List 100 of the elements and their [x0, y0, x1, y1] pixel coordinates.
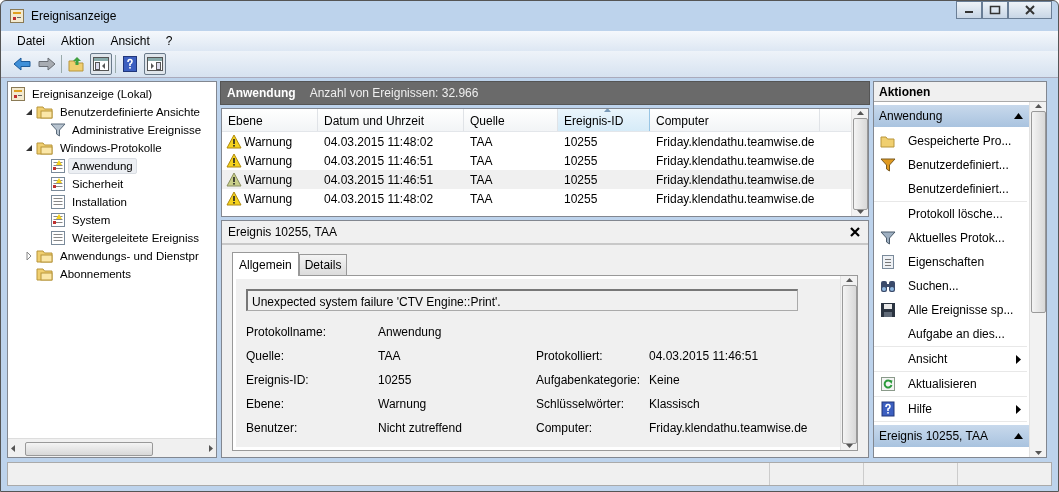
menu-item[interactable]: Ansicht [104, 33, 156, 49]
vertical-scrollbar[interactable] [851, 109, 868, 216]
scroll-up-icon[interactable] [856, 111, 864, 115]
table-cell: 04.03.2015 11:46:51 [324, 172, 434, 187]
event-row[interactable]: Warnung 04.03.2015 11:48:02 TAA 10255 Friday.klendathu.teamwise.de [222, 132, 851, 151]
horizontal-scrollbar[interactable] [8, 438, 216, 457]
field-value: Warnung [378, 397, 428, 411]
collapse-icon[interactable] [24, 107, 34, 117]
tree-item[interactable]: Sicherheit [68, 176, 128, 192]
table-cell: Warnung [244, 191, 293, 206]
field-value: Nicht zutreffend [378, 421, 463, 435]
action-link[interactable]: Aktualisieren [908, 377, 1027, 391]
tree-item[interactable]: Installation [68, 194, 131, 210]
section-header[interactable]: Ereignis 10255, TAA [874, 425, 1029, 447]
field-label: Quelle: [246, 349, 286, 363]
maximize-icon [989, 5, 1001, 15]
table-cell: 04.03.2015 11:46:51 [324, 153, 434, 168]
action-link[interactable]: Suchen... [908, 279, 1027, 293]
log-icon [50, 194, 66, 210]
toolbar-button[interactable] [144, 53, 166, 75]
tree-item[interactable]: Anwendungs- und Dienstpr [56, 248, 203, 264]
section-header[interactable]: Anwendung [874, 105, 1029, 127]
tab[interactable]: Details [298, 254, 348, 275]
field-label: Protokolliert: [536, 349, 604, 363]
folder-icon [36, 140, 54, 156]
table-cell: TAA [470, 172, 493, 187]
vertical-scrollbar[interactable] [1029, 102, 1046, 457]
log-icon [50, 158, 66, 174]
menu-item[interactable]: Datei [11, 33, 51, 49]
vertical-scrollbar[interactable] [840, 276, 857, 450]
action-link[interactable]: Benutzerdefiniert... [908, 158, 1027, 172]
table-cell: Friday.klendathu.teamwise.de [656, 172, 815, 187]
toolbar-button[interactable] [90, 53, 112, 75]
column-header[interactable]: Computer [650, 109, 820, 131]
close-button[interactable] [850, 227, 860, 237]
table-cell: TAA [470, 134, 493, 149]
table-cell: 10255 [564, 134, 598, 149]
action-pane-icon [147, 57, 163, 71]
detail-title: Ereignis 10255, TAA [228, 225, 337, 239]
help-icon [880, 401, 896, 417]
action-link[interactable]: Protokoll lösche... [908, 207, 1027, 221]
field-value: Anwendung [378, 325, 443, 339]
collapse-icon[interactable] [1014, 113, 1023, 119]
expand-icon[interactable] [24, 251, 34, 261]
tree-item[interactable]: Weitergeleitete Ereigniss [68, 230, 203, 246]
action-link[interactable]: Ansicht [908, 352, 1016, 366]
scroll-right-icon[interactable] [209, 444, 213, 452]
action-link[interactable]: Eigenschaften [908, 255, 1027, 269]
event-row[interactable]: Warnung 04.03.2015 11:48:02 TAA 10255 Friday.klendathu.teamwise.de [222, 189, 851, 208]
log-icon [50, 176, 66, 192]
tree-item[interactable]: Abonnements [56, 266, 135, 282]
scroll-down-icon[interactable] [1034, 451, 1042, 455]
log-viewer-icon [9, 8, 25, 24]
folder-up-icon [68, 56, 84, 72]
event-row[interactable]: Warnung 04.03.2015 11:46:51 TAA 10255 Friday.klendathu.teamwise.de [222, 151, 851, 170]
properties-icon [880, 254, 896, 270]
tree-item[interactable]: System [68, 212, 115, 228]
column-header[interactable]: Ebene [222, 109, 318, 131]
minimize-button[interactable] [956, 1, 982, 19]
save-icon [880, 302, 896, 318]
table-cell: Friday.klendathu.teamwise.de [656, 134, 815, 149]
menu-item[interactable]: ? [159, 33, 179, 49]
action-link[interactable]: Gespeicherte Pro... [908, 134, 1027, 148]
tree-item[interactable]: Windows-Protokolle [56, 140, 166, 156]
filter-icon [880, 230, 896, 246]
action-link[interactable]: Benutzerdefiniert... [908, 182, 1027, 196]
tab[interactable]: Allgemein [232, 252, 299, 276]
field-label: Schlüsselwörter: [536, 397, 626, 411]
column-header[interactable]: Ereignis-ID [558, 109, 650, 131]
action-link[interactable]: Aufgabe an dies... [908, 327, 1027, 341]
close-button[interactable] [1008, 1, 1052, 19]
tree-item[interactable]: Anwendung [68, 158, 137, 174]
log-name: Anwendung [227, 86, 296, 100]
tree-item[interactable]: Administrative Ereignisse [68, 122, 206, 138]
collapse-icon[interactable] [1014, 433, 1023, 439]
field-label: Ereignis-ID: [246, 373, 310, 387]
event-row[interactable]: Warnung 04.03.2015 11:46:51 TAA 10255 Friday.klendathu.teamwise.de [222, 170, 851, 189]
scroll-up-icon[interactable] [1034, 104, 1042, 108]
tree-item[interactable]: Ereignisanzeige (Lokal) [28, 86, 157, 102]
field-value: 10255 [378, 373, 413, 387]
field-label: Aufgabenkategorie: [536, 373, 642, 387]
field-label: Computer: [536, 421, 594, 435]
collapse-icon[interactable] [24, 143, 34, 153]
scroll-left-icon[interactable] [11, 444, 15, 452]
actions-title: Aktionen [874, 82, 1046, 102]
log-icon [50, 212, 66, 228]
action-link[interactable]: Hilfe [908, 402, 1016, 416]
maximize-button[interactable] [982, 1, 1008, 19]
field-value: 04.03.2015 11:46:51 [649, 349, 760, 363]
tree-pane-icon [93, 57, 109, 71]
table-cell: 10255 [564, 191, 598, 206]
table-cell: 10255 [564, 172, 598, 187]
refresh-icon [880, 376, 896, 392]
action-link[interactable]: Aktuelles Protok... [908, 231, 1027, 245]
menu-item[interactable]: Aktion [55, 33, 101, 49]
column-header[interactable]: Datum und Uhrzeit [318, 109, 464, 131]
tree-item[interactable]: Benutzerdefinierte Ansichte [56, 104, 204, 120]
scroll-up-icon[interactable] [845, 278, 853, 282]
field-value: Friday.klendathu.teamwise.de [649, 421, 809, 435]
action-link[interactable]: Alle Ereignisse sp... [908, 303, 1027, 317]
